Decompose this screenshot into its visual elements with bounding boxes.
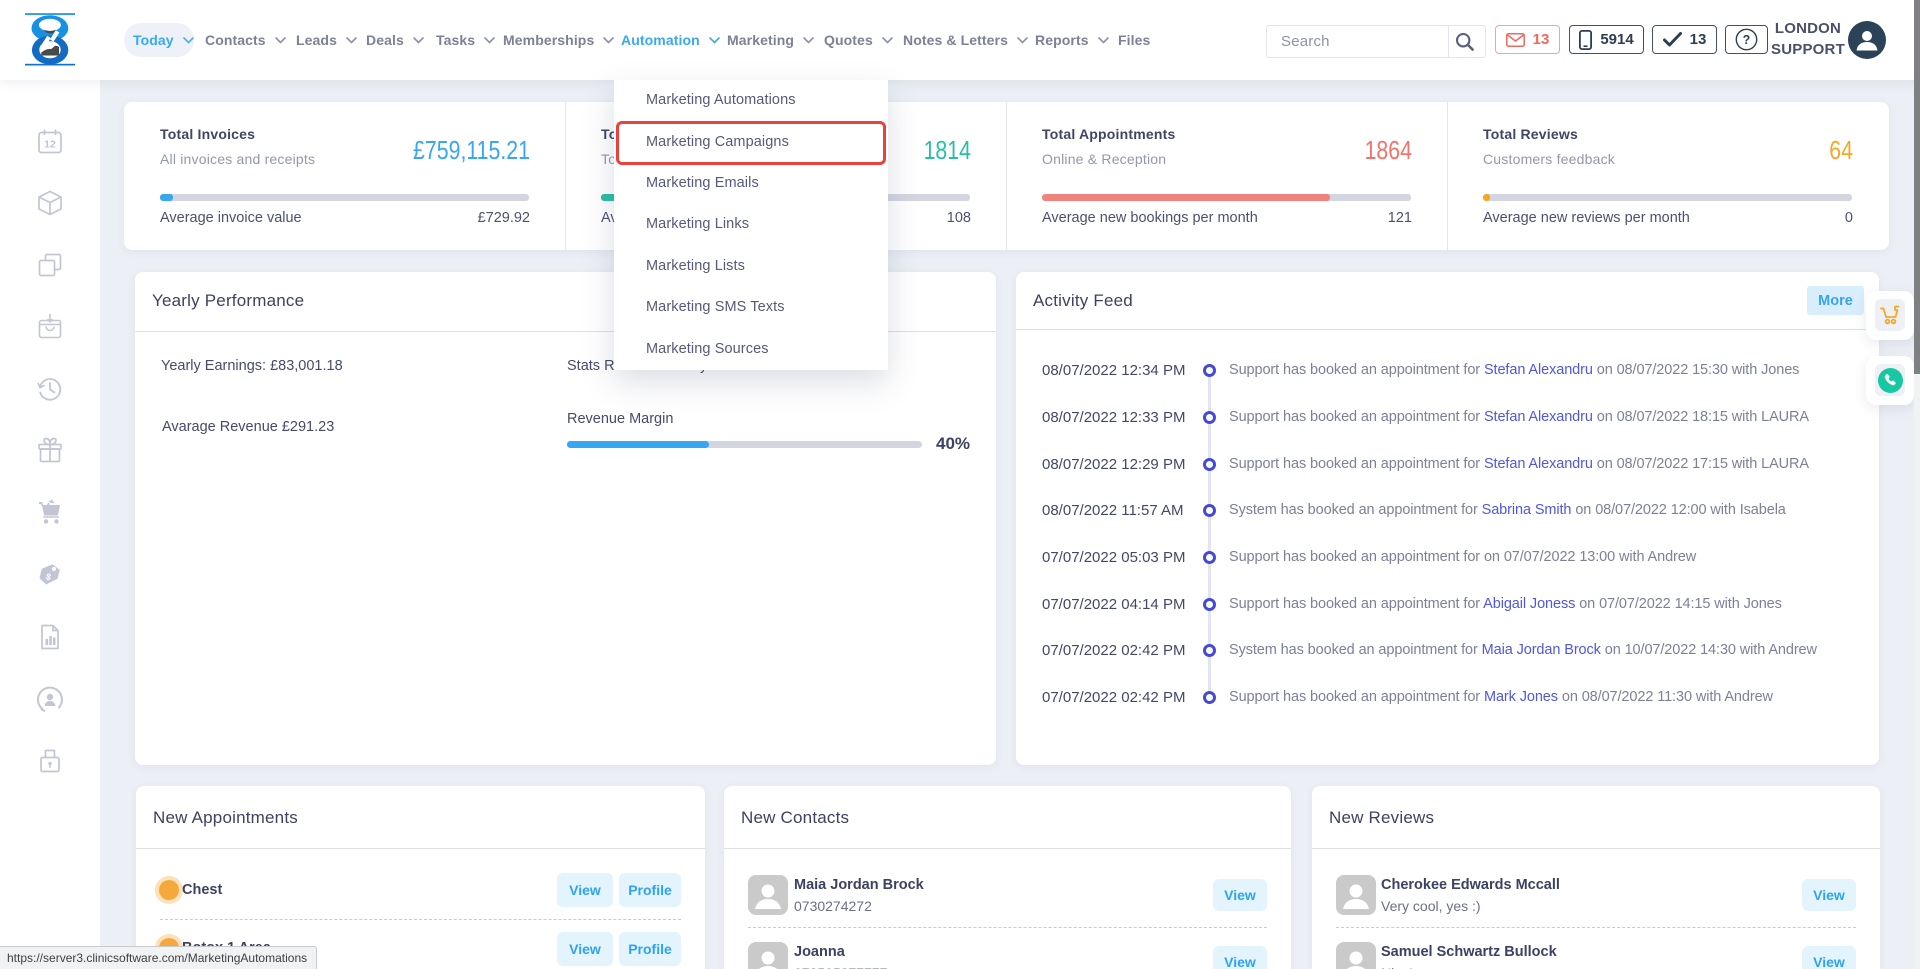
- svg-text:12: 12: [44, 139, 56, 151]
- svg-text:?: ?: [1743, 33, 1751, 47]
